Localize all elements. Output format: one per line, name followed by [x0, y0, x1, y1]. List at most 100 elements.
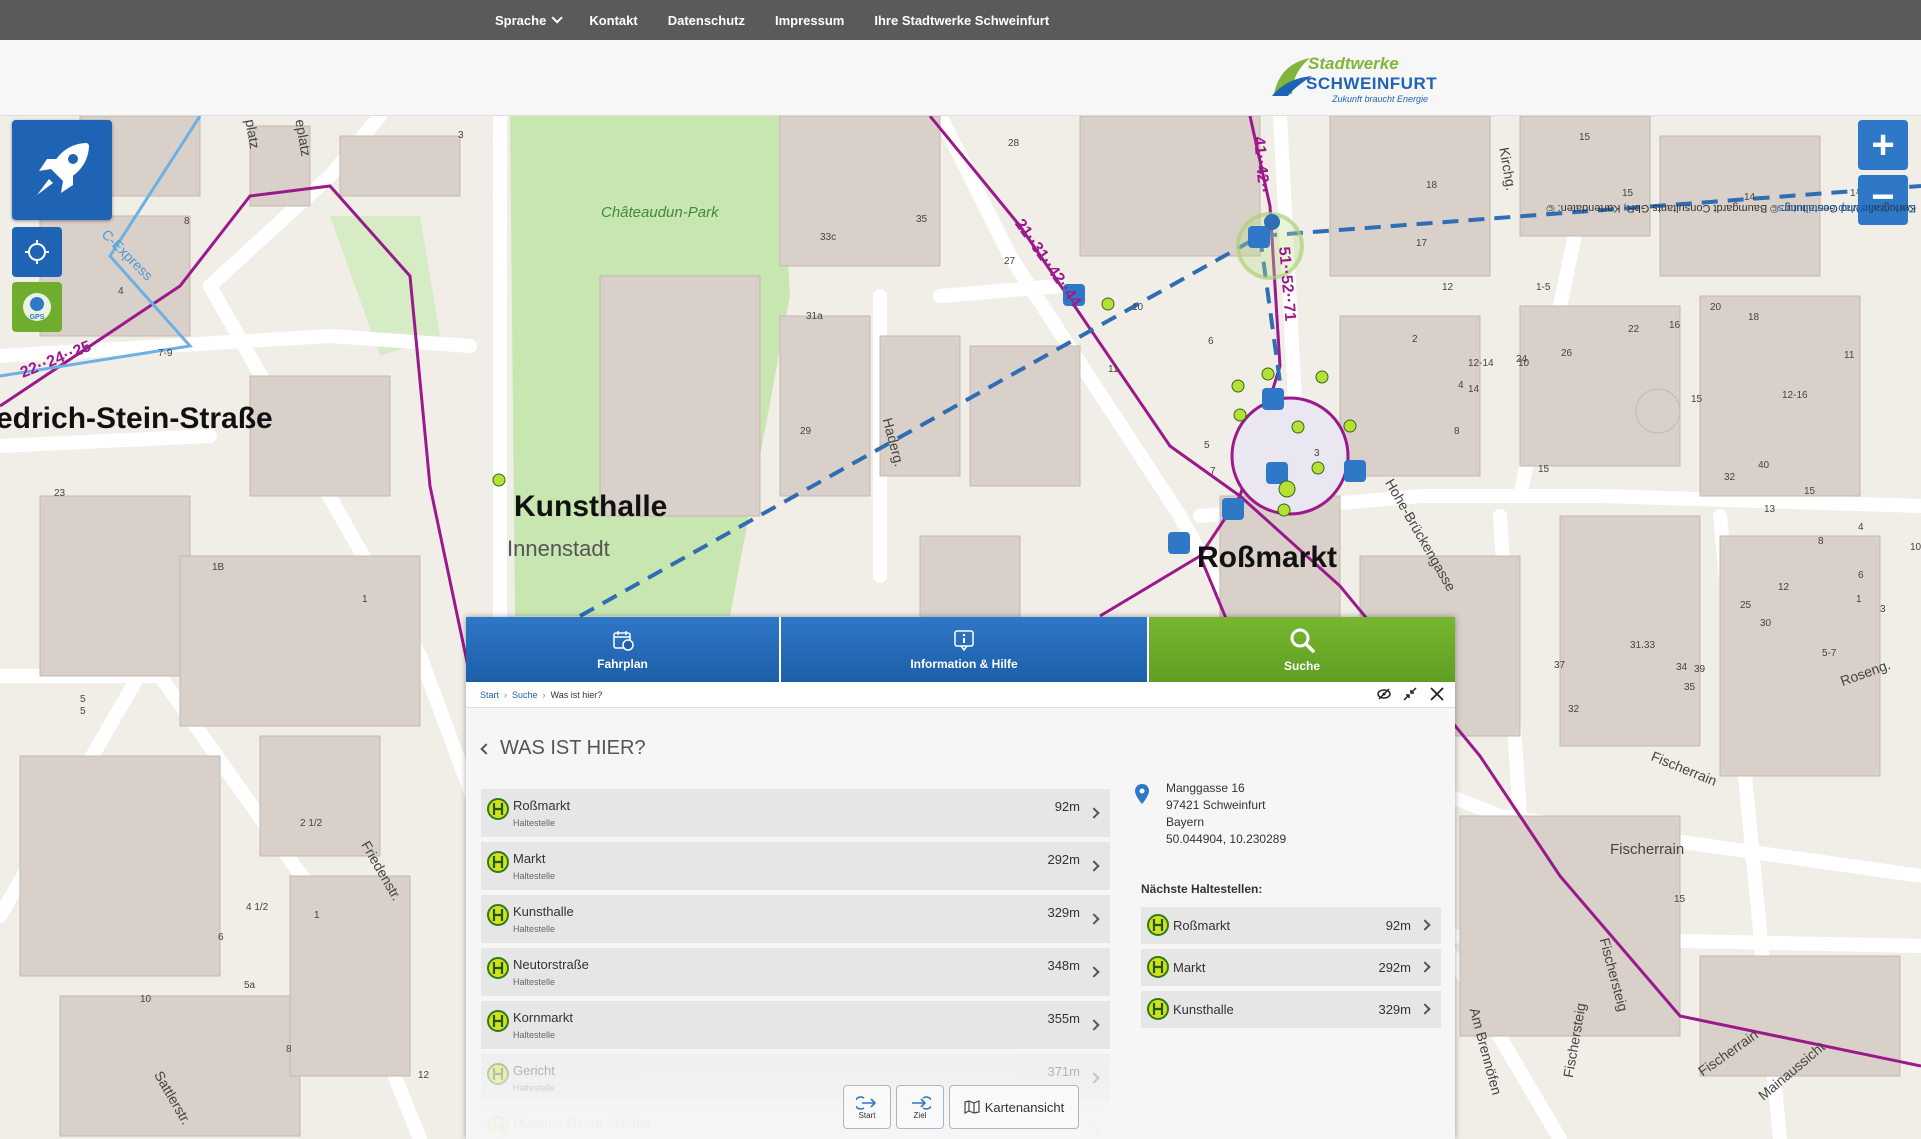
haltestelle-icon [1147, 956, 1169, 978]
nav-kontakt[interactable]: Kontakt [589, 13, 637, 28]
kartenansicht-button[interactable]: Kartenansicht [949, 1085, 1079, 1129]
tab-fahrplan[interactable]: Fahrplan [466, 617, 781, 682]
house-number: 5 [80, 694, 86, 705]
next-stop-name: Kunsthalle [1173, 1002, 1234, 1017]
address-street: Manggasse 16 [1166, 781, 1245, 795]
house-number: 1 [314, 910, 320, 921]
result-distance: 329m [1047, 905, 1080, 920]
next-stop-name: Roßmarkt [1173, 918, 1231, 933]
map-label-street: edrich-Stein-Straße [0, 402, 273, 435]
house-number: 14 [1468, 384, 1480, 395]
house-number: 30 [1760, 618, 1772, 629]
kartenansicht-label: Kartenansicht [984, 1099, 1065, 1115]
haltestelle-icon [1147, 914, 1169, 936]
house-number: 20 [1710, 302, 1722, 313]
rocket-icon [37, 143, 89, 195]
house-number: 8 [286, 1044, 292, 1055]
panel-actions [1377, 686, 1445, 702]
house-number: 39 [1694, 664, 1706, 675]
result-type: Haltestelle [513, 1030, 556, 1040]
location-pin [1264, 214, 1280, 230]
stadtwerke-logo[interactable]: Stadtwerke SCHWEINFURT Zukunft braucht E… [1270, 50, 1440, 106]
zoom-out-button[interactable]: − [1858, 175, 1908, 225]
search-icon [1290, 628, 1315, 653]
house-number: 2 1/2 [300, 818, 323, 829]
address-city: 97421 Schweinfurt [1166, 798, 1266, 812]
house-number: 12 [1778, 582, 1790, 593]
chevron-right-icon [1088, 807, 1100, 819]
next-stop-row[interactable]: Markt 292m [1141, 949, 1441, 986]
close-icon[interactable] [1429, 686, 1445, 702]
breadcrumb-sep: › [504, 689, 508, 700]
bottom-actions: Start Ziel Kartenansicht [843, 1085, 1079, 1129]
locate-button[interactable] [12, 227, 62, 277]
next-stop-row[interactable]: Kunsthalle 329m [1141, 991, 1441, 1028]
tab-suche[interactable]: Suche [1149, 617, 1455, 682]
logo-line1: Stadtwerke [1308, 54, 1399, 73]
map-attribution: Kartografie und Gestaltung: © Baumgardt … [1546, 200, 1918, 760]
start-button[interactable]: Start [843, 1085, 891, 1129]
result-row[interactable]: Markt Haltestelle 292m [481, 842, 1110, 890]
collapse-icon[interactable] [1403, 687, 1417, 701]
result-row[interactable]: Roßmarkt Haltestelle 92m [481, 789, 1110, 837]
ziel-button[interactable]: Ziel [896, 1085, 944, 1129]
chevron-right-icon [1088, 966, 1100, 978]
back-chevron-icon[interactable] [480, 742, 492, 755]
next-stop-distance: 329m [1378, 1002, 1411, 1017]
house-number: 23 [54, 488, 66, 499]
house-number: 22 [1628, 324, 1640, 335]
nav-datenschutz[interactable]: Datenschutz [668, 13, 745, 28]
next-stop-distance: 92m [1385, 918, 1411, 933]
house-number: 13 [1764, 504, 1776, 515]
house-number: 4 [118, 286, 124, 297]
house-number: 1-5 [1536, 282, 1551, 293]
breadcrumb-sep: › [542, 689, 546, 700]
house-number: 3 [458, 130, 464, 141]
house-number: 34 [1676, 662, 1688, 673]
nav-impressum[interactable]: Impressum [775, 13, 844, 28]
house-number: 32 [1568, 704, 1580, 715]
house-number: 6 [1858, 570, 1864, 581]
ziel-button-label: Ziel [913, 1110, 927, 1120]
gps-label: GPS [30, 314, 45, 321]
house-number: 2 [1412, 334, 1418, 345]
house-number: 12-16 [1782, 390, 1808, 401]
nav-sprache-label: Sprache [495, 12, 547, 28]
house-number: 31.33 [1630, 640, 1656, 651]
next-stop-distance: 292m [1378, 960, 1411, 975]
house-number: 26 [1561, 348, 1573, 359]
tab-information[interactable]: Information & Hilfe [781, 617, 1149, 682]
rocket-button[interactable] [12, 120, 112, 220]
map-label-fischerrain-2: Fischerrain [1610, 841, 1685, 858]
house-number: 4 [1458, 380, 1464, 391]
haltestelle-icon [487, 1010, 509, 1032]
result-type: Haltestelle [513, 818, 556, 828]
calendar-icon [612, 630, 634, 651]
result-distance: 355m [1047, 1011, 1080, 1026]
house-number: 33c [820, 232, 837, 243]
house-number: 18 [1426, 180, 1438, 191]
house-number: 12 [418, 1070, 430, 1081]
house-number: 11 [1844, 350, 1855, 361]
house-number: 5 [80, 706, 86, 717]
osm-link[interactable]: OpenStreetMap contributors [1778, 202, 1916, 214]
next-stop-row[interactable]: Roßmarkt 92m [1141, 907, 1441, 944]
house-number: 10 [140, 994, 152, 1005]
result-row[interactable]: Kornmarkt Haltestelle 355m [481, 1001, 1110, 1049]
result-type: Haltestelle [513, 977, 556, 987]
house-number: 7-9 [158, 348, 173, 359]
address-coords: 50.044904, 10.230289 [1166, 832, 1287, 846]
gps-button[interactable]: GPS [12, 282, 62, 332]
zoom-in-button[interactable]: + [1858, 120, 1908, 170]
breadcrumb-suche[interactable]: Suche [512, 690, 538, 700]
result-row[interactable]: Neutorstraße Haltestelle 348m [481, 948, 1110, 996]
house-number: 15 [1622, 188, 1634, 199]
nav-sprache[interactable]: Sprache [495, 12, 564, 28]
result-row[interactable]: Kunsthalle Haltestelle 329m [481, 895, 1110, 943]
eye-off-icon[interactable] [1377, 688, 1391, 700]
next-stop-name: Markt [1173, 960, 1206, 975]
breadcrumb-start[interactable]: Start [480, 690, 499, 700]
result-name: Kornmarkt [513, 1010, 573, 1025]
house-number: 29 [800, 426, 812, 437]
nav-stadtwerke[interactable]: Ihre Stadtwerke Schweinfurt [874, 13, 1049, 28]
